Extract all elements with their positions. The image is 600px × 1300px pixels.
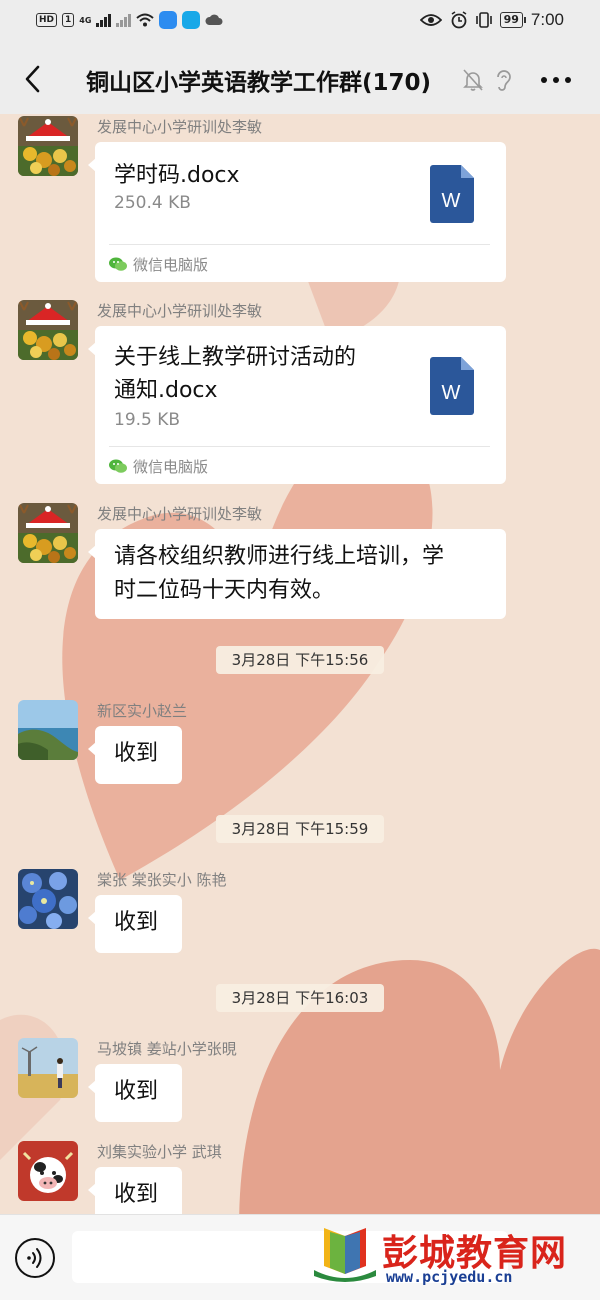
bubble-divider <box>109 446 490 447</box>
text-bubble[interactable]: 收到 <box>88 726 182 784</box>
wechat-icon <box>109 459 127 473</box>
bell-slash-icon <box>463 69 483 91</box>
word-file-icon: W <box>430 357 474 415</box>
file-size: 19.5 KB <box>114 410 181 430</box>
source-text: 微信电脑版 <box>133 256 209 274</box>
message-file: 发展中心小学研训处李敏 学时码.docx 250.4 KB W 微信电脑版 <box>0 116 600 286</box>
sender-name: 新区实小赵兰 <box>97 702 188 720</box>
sender-name: 马坡镇 姜站小学张晛 <box>97 1040 237 1058</box>
message-text-line1: 请各校组织教师进行线上培训，学 <box>114 544 445 569</box>
text-bubble[interactable]: 收到 <box>88 1064 182 1122</box>
message-text: 收到 <box>114 1079 159 1104</box>
timestamp: 3月28日 下午15:59 <box>216 815 384 843</box>
watermark-url: www.pcjyedu.cn <box>386 1268 513 1286</box>
file-name: 学时码.docx <box>114 163 240 188</box>
alarm-icon <box>451 11 467 29</box>
timestamp: 3月28日 下午15:56 <box>216 646 384 674</box>
source-label: 微信电脑版 <box>109 254 208 275</box>
message-file: 发展中心小学研训处李敏 关于线上教学研讨活动的 通知.docx 19.5 KB … <box>0 300 600 484</box>
back-chevron-icon[interactable] <box>18 62 48 96</box>
file-name-line2: 通知.docx <box>114 378 218 403</box>
avatar-coast-icon <box>18 700 78 760</box>
message-text: 新区实小赵兰 收到 <box>0 700 600 790</box>
chat-header: 铜山区小学英语教学工作群(170) <box>0 42 600 114</box>
word-file-icon: W <box>430 165 474 223</box>
avatar[interactable] <box>18 116 78 176</box>
message-text: 收到 <box>114 741 159 766</box>
search-app-icon <box>182 11 201 29</box>
watermark: 彭城教育网 www.pcjyedu.cn <box>304 1222 594 1292</box>
network-type: 4G <box>79 15 92 25</box>
message-text: 棠张 棠张实小 陈艳 收到 <box>0 869 600 959</box>
bubble-divider <box>109 244 490 245</box>
status-bar: HD 1 4G 99 7:00 <box>0 0 600 42</box>
clock: 7:00 <box>530 10 564 29</box>
sender-name: 发展中心小学研训处李敏 <box>97 302 263 320</box>
sender-name: 发展中心小学研训处李敏 <box>97 505 263 523</box>
message-text: 马坡镇 姜站小学张晛 收到 <box>0 1038 600 1128</box>
group-title: 铜山区小学英语教学工作群(170) <box>86 70 432 96</box>
ear-icon <box>497 70 511 91</box>
file-bubble[interactable]: 学时码.docx 250.4 KB W 微信电脑版 <box>88 142 506 282</box>
sender-name: 棠张 棠张实小 陈艳 <box>97 871 227 889</box>
message-text-line2: 时二位码十天内有效。 <box>114 578 335 603</box>
more-dots-icon[interactable] <box>540 76 572 84</box>
wifi-icon <box>136 13 155 27</box>
file-size: 250.4 KB <box>114 193 191 213</box>
avatar-blue-flowers-icon <box>18 869 78 929</box>
avatar-field-icon <box>18 1038 78 1098</box>
avatar[interactable] <box>18 503 78 563</box>
status-right: 99 7:00 <box>419 10 564 30</box>
message-text: 收到 <box>114 910 159 935</box>
text-bubble[interactable]: 收到 <box>88 1167 182 1214</box>
avatar[interactable] <box>18 1038 78 1098</box>
battery-indicator: 99 <box>499 12 527 28</box>
sender-name: 刘集实验小学 武琪 <box>97 1143 222 1161</box>
voice-icon[interactable] <box>14 1237 56 1279</box>
eye-icon <box>419 14 442 26</box>
avatar-flowers-icon <box>18 116 78 176</box>
signal-2-icon <box>116 13 132 27</box>
avatar-flowers-icon <box>18 503 78 563</box>
text-bubble[interactable]: 收到 <box>88 895 182 953</box>
avatar[interactable] <box>18 700 78 760</box>
cloud-icon <box>205 14 223 25</box>
text-bubble[interactable]: 请各校组织教师进行线上培训，学 时二位码十天内有效。 <box>88 529 506 619</box>
source-label: 微信电脑版 <box>109 456 208 477</box>
word-letter: W <box>442 382 461 404</box>
message-text: 刘集实验小学 武琪 收到 <box>0 1141 600 1214</box>
avatar[interactable] <box>18 1141 78 1201</box>
chat-area[interactable]: 发展中心小学研训处李敏 学时码.docx 250.4 KB W 微信电脑版 发展… <box>0 114 600 1214</box>
vibrate-icon <box>475 12 492 28</box>
timestamp: 3月28日 下午16:03 <box>216 984 384 1012</box>
avatar[interactable] <box>18 300 78 360</box>
wechat-icon <box>109 257 127 271</box>
word-letter: W <box>442 190 461 212</box>
status-left: HD 1 4G <box>36 11 223 29</box>
cloud-app-icon <box>159 11 178 29</box>
source-text: 微信电脑版 <box>133 458 209 476</box>
book-logo-icon <box>314 1228 376 1282</box>
file-name-line1: 关于线上教学研讨活动的 <box>114 345 357 370</box>
sim-badge: 1 <box>62 13 75 27</box>
message-text: 发展中心小学研训处李敏 请各校组织教师进行线上培训，学 时二位码十天内有效。 <box>0 503 600 623</box>
sender-name: 发展中心小学研训处李敏 <box>97 118 263 136</box>
avatar-cow-icon <box>18 1141 78 1201</box>
file-bubble[interactable]: 关于线上教学研讨活动的 通知.docx 19.5 KB W 微信电脑版 <box>88 326 506 484</box>
avatar-flowers-icon <box>18 300 78 360</box>
avatar[interactable] <box>18 869 78 929</box>
message-text: 收到 <box>114 1182 159 1207</box>
hd-badge: HD <box>36 13 58 27</box>
signal-icon <box>96 13 112 27</box>
